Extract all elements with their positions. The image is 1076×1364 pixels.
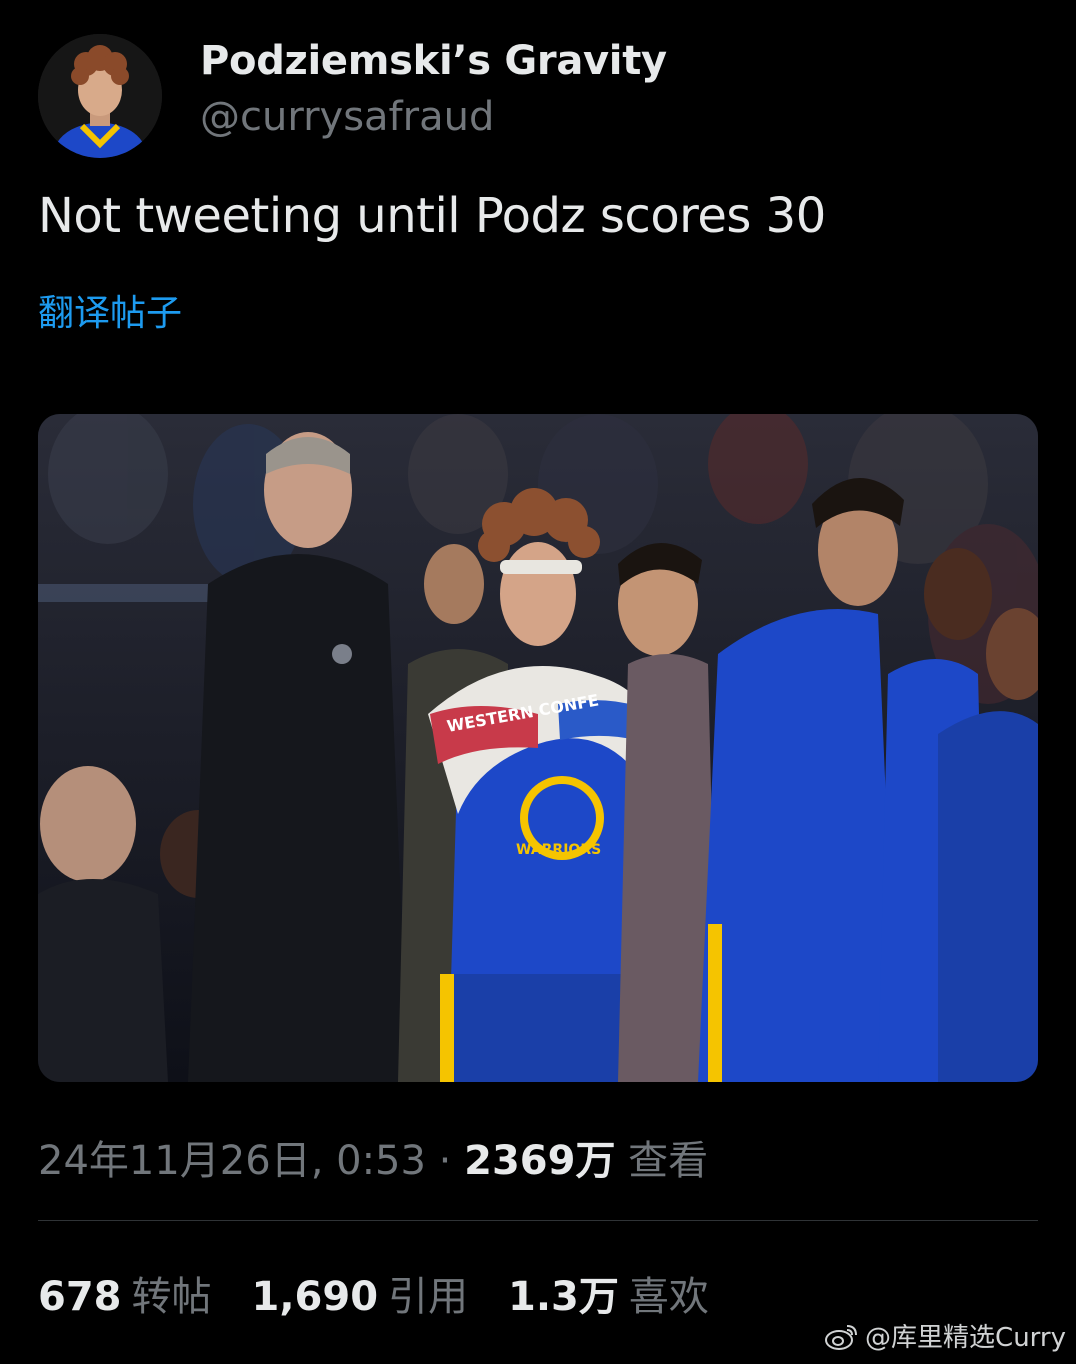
tweet-photo[interactable]: WESTERN CONFE WARRIORS (38, 414, 1038, 1082)
reposts-stat[interactable]: 678 转帖 (38, 1264, 212, 1322)
reposts-count: 678 (38, 1274, 122, 1320)
jersey-lettering: WARRIORS (516, 842, 601, 858)
weibo-icon (825, 1324, 858, 1350)
stats-divider (38, 1220, 1038, 1221)
engagement-stats: 678 转帖 1,690 引用 1.3万 喜欢 (38, 1264, 709, 1322)
author-handle[interactable]: @currysafraud (200, 94, 494, 140)
watermark-text: @库里精选Curry (865, 1323, 1066, 1353)
meta-separator: · (425, 1138, 465, 1184)
tweet-text: Not tweeting until Podz scores 30 (38, 188, 826, 244)
views-label: 查看 (628, 1138, 709, 1184)
quotes-stat[interactable]: 1,690 引用 (252, 1264, 469, 1322)
likes-label: 喜欢 (628, 1274, 709, 1320)
author-avatar[interactable] (38, 34, 162, 158)
views-count: 2369万 (464, 1138, 616, 1184)
quotes-count: 1,690 (251, 1274, 379, 1320)
tweet-meta: 24年11月26日, 0:53 · 2369万 查看 (38, 1128, 708, 1186)
reposts-label: 转帖 (131, 1274, 212, 1320)
translate-post-link[interactable]: 翻译帖子 (38, 284, 182, 336)
photo-illustration: WESTERN CONFE WARRIORS (38, 414, 1038, 1082)
avatar-image (38, 34, 162, 158)
likes-stat[interactable]: 1.3万 喜欢 (508, 1264, 709, 1322)
likes-count: 1.3万 (508, 1274, 619, 1320)
author-display-name[interactable]: Podziemski’s Gravity (200, 38, 667, 84)
tweet-timestamp[interactable]: 24年11月26日, 0:53 (38, 1138, 426, 1184)
quotes-label: 引用 (388, 1274, 469, 1320)
weibo-watermark: @库里精选Curry (825, 1317, 1066, 1354)
